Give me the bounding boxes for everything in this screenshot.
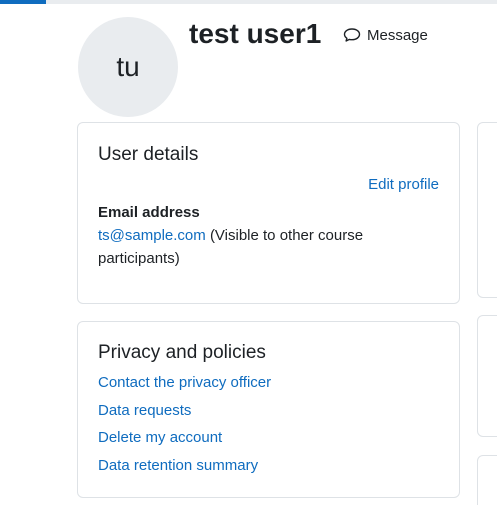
email-value: ts@sample.com (Visible to other course p… <box>98 224 398 270</box>
edit-profile-link[interactable]: Edit profile <box>368 175 439 195</box>
user-details-card: User details Edit profile Email address … <box>77 122 460 304</box>
list-item: Data requests <box>98 401 271 429</box>
delete-account-link[interactable]: Delete my account <box>98 429 222 446</box>
list-item: Delete my account <box>98 428 271 456</box>
message-label: Message <box>367 26 428 44</box>
privacy-policies-title: Privacy and policies <box>98 342 266 363</box>
avatar: tu <box>78 17 178 117</box>
message-button[interactable]: Message <box>343 24 428 46</box>
right-column-card <box>477 315 497 437</box>
email-link[interactable]: ts@sample.com <box>98 227 206 244</box>
top-nav-border <box>0 0 497 4</box>
contact-privacy-officer-link[interactable]: Contact the privacy officer <box>98 374 271 391</box>
profile-page: tu test user1 Message User details Edit … <box>0 0 497 505</box>
data-requests-link[interactable]: Data requests <box>98 402 191 419</box>
speech-bubble-icon <box>343 27 361 43</box>
right-column-card <box>477 122 497 298</box>
user-details-title: User details <box>98 144 199 165</box>
active-tab-indicator <box>0 0 46 4</box>
privacy-policies-card: Privacy and policies Contact the privacy… <box>77 321 460 498</box>
list-item: Contact the privacy officer <box>98 373 271 401</box>
user-fullname: test user1 <box>189 18 322 49</box>
avatar-initials: tu <box>116 51 140 82</box>
email-label: Email address <box>98 204 200 221</box>
right-column-card <box>477 455 497 505</box>
data-retention-summary-link[interactable]: Data retention summary <box>98 457 258 474</box>
list-item: Data retention summary <box>98 456 271 484</box>
privacy-links-list: Contact the privacy officer Data request… <box>98 373 271 483</box>
